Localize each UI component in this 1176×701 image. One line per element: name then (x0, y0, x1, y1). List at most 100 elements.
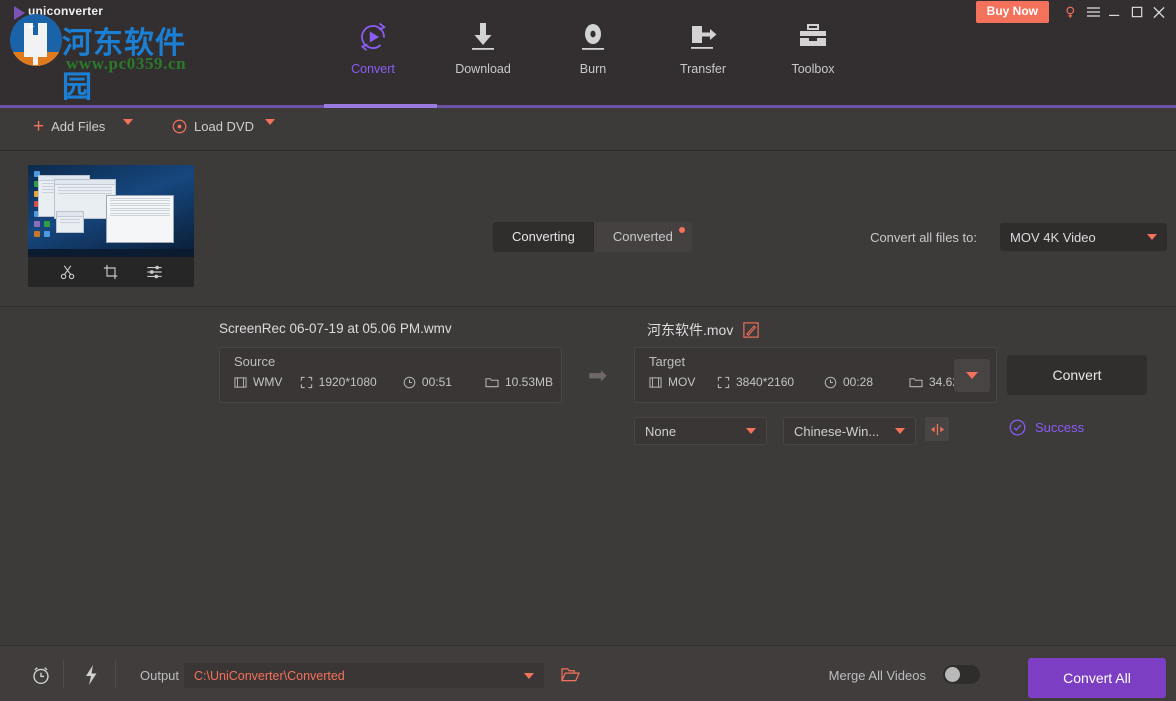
source-title: Source (234, 354, 275, 369)
merge-all-videos-label: Merge All Videos (829, 668, 926, 683)
maximize-icon[interactable] (1126, 1, 1148, 23)
window-controls: Buy Now (976, 0, 1170, 24)
uniconverter-window: uniconverter ✦ 河东软件园 www.pc0359.cn Buy N… (0, 0, 1176, 701)
chevron-down-icon (895, 428, 905, 434)
clock-icon (824, 376, 837, 389)
nav-item-transfer[interactable]: Transfer (648, 16, 758, 76)
target-file-name: 河东软件.mov (647, 320, 733, 340)
divider (115, 660, 116, 688)
target-format-value: MOV (668, 375, 695, 389)
chevron-down-icon (265, 119, 275, 125)
target-settings-dropdown[interactable] (954, 359, 990, 392)
target-file-name-row: 河东软件.mov (647, 320, 759, 340)
menu-icon[interactable] (1082, 1, 1104, 23)
nav-label-burn: Burn (580, 62, 606, 76)
source-duration-value: 00:51 (422, 375, 452, 389)
alarm-clock-icon[interactable] (28, 662, 54, 688)
trim-icon[interactable] (60, 264, 76, 280)
add-files-dropdown[interactable] (123, 119, 133, 125)
source-size-value: 10.53MB (505, 375, 553, 389)
watermark-star-icon: ✦ (27, 23, 35, 33)
nav-label-transfer: Transfer (680, 62, 726, 76)
arrow-right-icon: ➡ (588, 367, 607, 383)
load-dvd-dropdown[interactable] (265, 119, 275, 125)
source-resolution: 1920*1080 (300, 375, 403, 389)
nav-item-toolbox[interactable]: Toolbox (758, 16, 868, 76)
film-icon (649, 376, 662, 389)
folder-icon (485, 376, 499, 389)
brand-play-icon (14, 6, 25, 20)
divider (63, 660, 64, 688)
source-format: WMV (234, 375, 300, 389)
chevron-down-icon (123, 119, 133, 125)
audio-track-select[interactable]: Chinese-Win... (783, 417, 916, 445)
target-info-box: Target MOV 3840*2160 00:28 34.62MB (634, 347, 997, 403)
target-meta: MOV 3840*2160 00:28 34.62MB (649, 375, 988, 389)
nav-item-convert[interactable]: Convert (318, 16, 428, 76)
watermark-url: www.pc0359.cn (66, 54, 186, 74)
convert-all-button[interactable]: Convert All (1028, 658, 1166, 698)
chevron-down-icon[interactable] (524, 673, 534, 679)
target-format: MOV (649, 375, 717, 389)
watermark-circle-icon: ✦ (10, 14, 62, 66)
subtitle-select[interactable]: None (634, 417, 767, 445)
chevron-down-icon (746, 428, 756, 434)
output-path-input[interactable]: C:\UniConverter\Converted (184, 663, 544, 688)
source-format-value: WMV (253, 375, 282, 389)
thumbnail-edit-toolbar (28, 257, 194, 287)
nav-item-download[interactable]: Download (428, 16, 538, 76)
resolution-icon (717, 376, 730, 389)
subtitle-select-value: None (645, 424, 746, 439)
download-icon (468, 16, 498, 58)
target-title: Target (649, 354, 685, 369)
plus-icon: + (33, 120, 44, 134)
disc-icon (172, 119, 187, 134)
merge-all-videos-toggle[interactable] (943, 665, 980, 684)
brand: uniconverter (14, 4, 103, 20)
status-badge: Success (1009, 419, 1084, 436)
open-folder-icon[interactable] (561, 666, 580, 683)
status-text: Success (1035, 420, 1084, 435)
close-icon[interactable] (1148, 1, 1170, 23)
edit-icon[interactable] (743, 322, 759, 338)
load-dvd-button[interactable]: Load DVD (172, 119, 254, 134)
buy-now-button[interactable]: Buy Now (976, 1, 1049, 23)
target-resolution: 3840*2160 (717, 375, 824, 389)
brand-name: uniconverter (28, 4, 103, 18)
add-files-button[interactable]: + Add Files (33, 119, 105, 134)
main-nav: Convert Download (318, 16, 868, 76)
minimize-icon[interactable] (1104, 1, 1126, 23)
load-dvd-label: Load DVD (194, 119, 254, 134)
nav-item-burn[interactable]: Burn (538, 16, 648, 76)
source-size: 10.53MB (485, 375, 553, 389)
clock-icon (403, 376, 416, 389)
chevron-down-icon (966, 372, 978, 379)
convert-icon (355, 16, 391, 58)
lightning-icon[interactable] (78, 662, 104, 688)
nav-label-download: Download (455, 62, 511, 76)
subtitle-align-button[interactable] (925, 417, 949, 441)
toolbox-icon (797, 16, 829, 58)
nav-label-toolbox: Toolbox (791, 62, 834, 76)
nav-label-convert: Convert (351, 62, 395, 76)
source-info-box: Source WMV 1920*1080 00:51 10.53MB (219, 347, 562, 403)
output-label: Output (140, 668, 179, 683)
crop-icon[interactable] (103, 264, 119, 280)
success-check-icon (1009, 419, 1026, 436)
resolution-icon (300, 376, 313, 389)
audio-track-select-value: Chinese-Win... (794, 424, 895, 439)
effect-icon[interactable] (146, 264, 163, 280)
watermark-text-cn: 河东软件园 (62, 18, 206, 106)
source-meta: WMV 1920*1080 00:51 10.53MB (234, 375, 553, 389)
target-duration: 00:28 (824, 375, 909, 389)
film-icon (234, 376, 247, 389)
target-duration-value: 00:28 (843, 375, 873, 389)
search-icon[interactable] (1060, 1, 1082, 23)
source-resolution-value: 1920*1080 (319, 375, 377, 389)
burn-icon (578, 16, 608, 58)
thumbnail-taskbar (28, 249, 194, 257)
video-thumbnail[interactable] (28, 165, 194, 287)
thumbnail-preview-image (28, 165, 194, 257)
source-file-name: ScreenRec 06-07-19 at 05.06 PM.wmv (219, 321, 452, 336)
convert-button[interactable]: Convert (1007, 355, 1147, 395)
